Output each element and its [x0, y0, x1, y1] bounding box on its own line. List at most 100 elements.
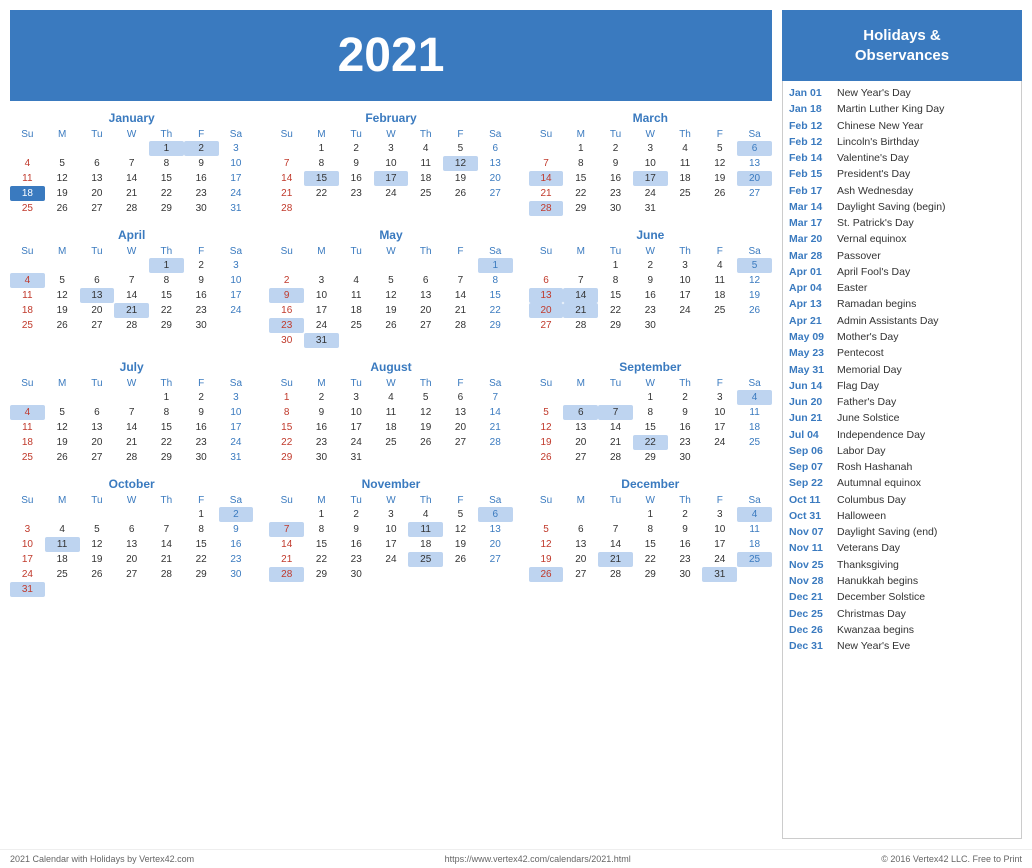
day-cell: 14	[443, 288, 478, 303]
week-row: 21222324252627	[269, 552, 512, 567]
day-header: Sa	[219, 377, 254, 390]
day-header: Tu	[598, 377, 633, 390]
week-row: 28	[269, 201, 512, 216]
day-header: Tu	[598, 128, 633, 141]
holiday-date: Oct 11	[789, 492, 831, 508]
day-cell: 10	[374, 156, 409, 171]
day-cell: 1	[598, 258, 633, 273]
day-cell: 27	[529, 318, 564, 333]
day-cell: 14	[114, 420, 149, 435]
day-cell	[443, 333, 478, 348]
week-row: 27282930	[529, 318, 772, 333]
day-cell: 28	[529, 201, 564, 216]
week-row: 567891011	[529, 405, 772, 420]
week-row: 28293031	[529, 201, 772, 216]
day-cell: 8	[304, 156, 339, 171]
holiday-name: Thanksgiving	[837, 557, 899, 573]
day-header: W	[633, 494, 668, 507]
month-april: AprilSuMTuWThFSa123456789101112131415161…	[10, 228, 253, 348]
holiday-item: May 31Memorial Day	[789, 362, 1015, 378]
day-cell: 31	[219, 201, 254, 216]
day-cell: 28	[114, 450, 149, 465]
day-header: M	[45, 494, 80, 507]
day-cell: 1	[633, 390, 668, 405]
day-cell: 29	[149, 201, 184, 216]
day-cell: 2	[269, 273, 304, 288]
day-cell: 9	[304, 405, 339, 420]
day-cell: 16	[633, 288, 668, 303]
week-row: 123	[10, 141, 253, 156]
day-cell: 31	[339, 450, 374, 465]
day-cell: 20	[478, 171, 513, 186]
day-cell: 22	[633, 552, 668, 567]
day-cell	[443, 258, 478, 273]
day-cell: 5	[408, 390, 443, 405]
day-cell: 26	[80, 567, 115, 582]
day-cell: 23	[668, 552, 703, 567]
day-cell	[443, 450, 478, 465]
day-cell: 14	[269, 537, 304, 552]
day-cell: 29	[563, 201, 598, 216]
holiday-date: Dec 26	[789, 622, 831, 638]
holiday-item: Dec 21December Solstice	[789, 589, 1015, 605]
day-cell	[149, 507, 184, 522]
day-cell	[702, 318, 737, 333]
month-title: December	[529, 477, 772, 491]
holiday-date: Mar 17	[789, 215, 831, 231]
day-cell: 7	[478, 390, 513, 405]
day-cell: 6	[737, 141, 772, 156]
holiday-date: Apr 04	[789, 280, 831, 296]
day-cell	[478, 450, 513, 465]
day-header: Tu	[598, 494, 633, 507]
day-cell: 31	[633, 201, 668, 216]
holiday-item: Oct 31Halloween	[789, 508, 1015, 524]
day-cell	[408, 567, 443, 582]
day-cell: 14	[478, 405, 513, 420]
day-cell	[114, 258, 149, 273]
holiday-date: Jan 01	[789, 85, 831, 101]
day-cell: 21	[478, 420, 513, 435]
day-cell	[408, 258, 443, 273]
day-cell: 23	[304, 435, 339, 450]
day-cell: 11	[702, 273, 737, 288]
holiday-item: Feb 12Lincoln's Birthday	[789, 134, 1015, 150]
holiday-date: May 09	[789, 329, 831, 345]
day-cell: 16	[184, 420, 219, 435]
day-cell	[10, 258, 45, 273]
day-cell: 2	[668, 507, 703, 522]
footer-right: © 2016 Vertex42 LLC. Free to Print	[881, 854, 1022, 864]
day-cell: 22	[149, 303, 184, 318]
day-cell: 10	[702, 522, 737, 537]
day-cell: 25	[737, 552, 772, 567]
holiday-name: April Fool's Day	[837, 264, 910, 280]
day-cell: 10	[633, 156, 668, 171]
day-cell: 8	[184, 522, 219, 537]
day-header: Th	[668, 494, 703, 507]
month-table: SuMTuWThFSa12345678910111213141516171819…	[10, 245, 253, 333]
day-cell: 4	[408, 141, 443, 156]
day-cell: 20	[478, 537, 513, 552]
month-table: SuMTuWThFSa12345678910111213141516171819…	[269, 377, 512, 465]
day-cell: 15	[633, 420, 668, 435]
day-cell: 25	[737, 435, 772, 450]
day-cell	[10, 390, 45, 405]
day-header: F	[443, 245, 478, 258]
day-header: Su	[529, 494, 564, 507]
holiday-date: Dec 31	[789, 638, 831, 654]
holiday-name: December Solstice	[837, 589, 925, 605]
month-table: SuMTuWThFSa12345678910111213141516171819…	[269, 245, 512, 348]
day-cell: 19	[408, 420, 443, 435]
month-title: August	[269, 360, 512, 374]
day-cell	[563, 507, 598, 522]
day-cell: 28	[269, 201, 304, 216]
day-cell: 18	[374, 420, 409, 435]
holiday-name: Independence Day	[837, 427, 925, 443]
holiday-item: Nov 07Daylight Saving (end)	[789, 524, 1015, 540]
day-cell: 6	[408, 273, 443, 288]
week-row: 123	[10, 258, 253, 273]
day-header: M	[45, 128, 80, 141]
day-cell	[478, 567, 513, 582]
holiday-date: Sep 22	[789, 475, 831, 491]
day-cell: 18	[10, 435, 45, 450]
day-cell: 16	[598, 171, 633, 186]
